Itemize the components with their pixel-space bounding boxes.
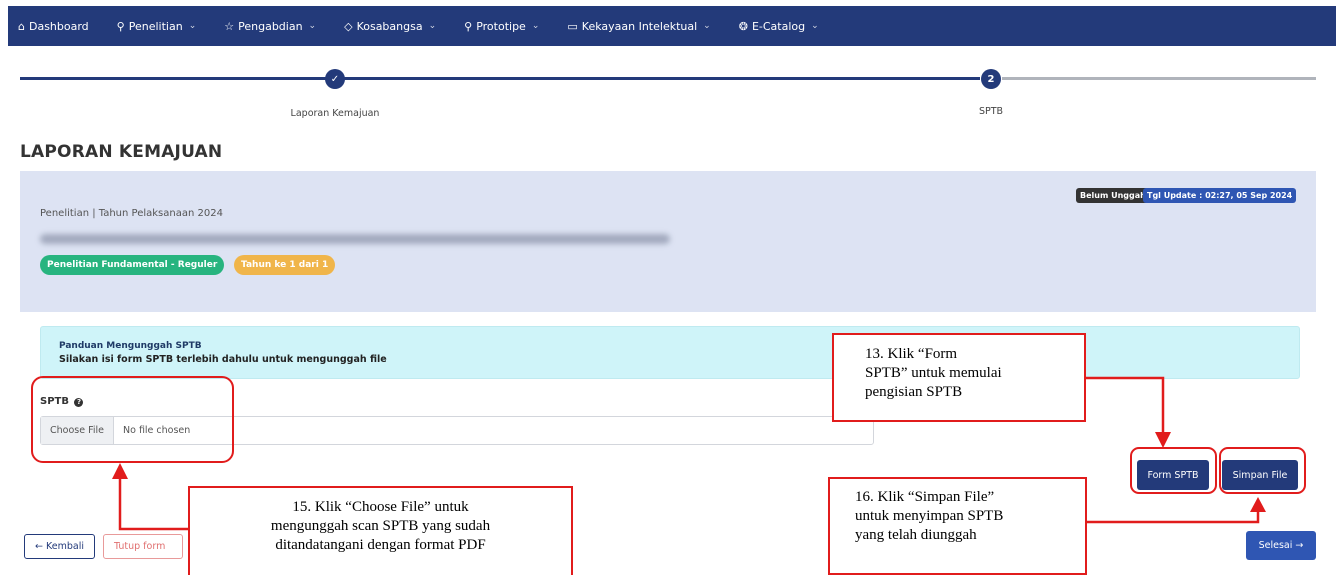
callout-16-line-1: 16. Klik “Simpan File” xyxy=(855,489,995,505)
callout-13-line-3: pengisian SPTB xyxy=(865,384,963,400)
annotation-callout-13: 13. Klik “Form SPTB” untuk memulai pengi… xyxy=(832,333,1086,422)
callout-15-line-3: ditandatangani dengan format PDF xyxy=(275,537,486,553)
callout-16-line-3: yang telah diunggah xyxy=(855,527,977,543)
arrow-13-head xyxy=(1155,432,1171,448)
arrow-13-line xyxy=(1086,376,1165,434)
callout-15-line-1: 15. Klik “Choose File” untuk xyxy=(292,499,469,515)
callout-15-line-2: mengunggah scan SPTB yang sudah xyxy=(270,518,491,534)
callout-16-line-2: untuk menyimpan SPTB xyxy=(855,508,1004,524)
arrow-16-head xyxy=(1250,497,1266,512)
arrow-15-line xyxy=(118,476,188,531)
arrow-15-head xyxy=(112,463,128,479)
annotation-callout-15: 15. Klik “Choose File” untuk mengunggah … xyxy=(188,486,573,575)
annotation-callout-16: 16. Klik “Simpan File” untuk menyimpan S… xyxy=(828,477,1087,575)
callout-13-line-2: SPTB” untuk memulai xyxy=(865,365,1002,381)
callout-13-line-1: 13. Klik “Form xyxy=(865,346,958,362)
arrow-16-line xyxy=(1087,510,1260,524)
